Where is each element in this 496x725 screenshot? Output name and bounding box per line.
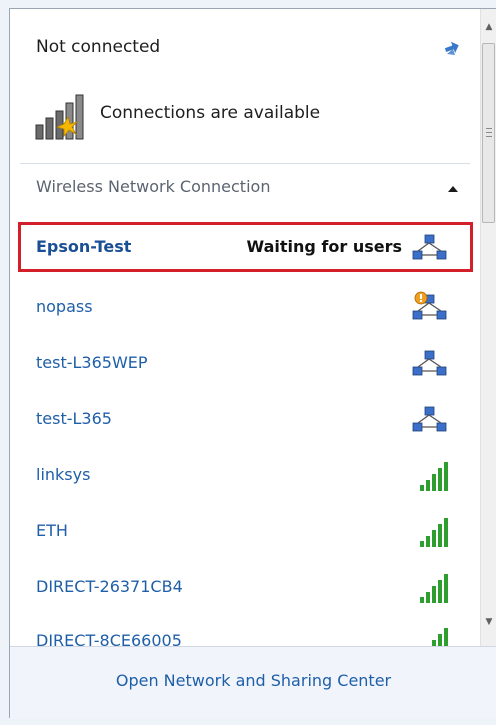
network-item-nopass[interactable]: nopass xyxy=(10,279,480,335)
connection-status: Not connected xyxy=(36,37,161,57)
network-list-area: Not connected Connections are available … xyxy=(10,9,480,646)
network-item-linksys[interactable]: linksys xyxy=(10,447,480,503)
network-name: nopass xyxy=(36,297,93,316)
chevron-up-icon[interactable] xyxy=(446,183,460,195)
network-item-direct-8ce66005[interactable]: DIRECT-8CE66005 xyxy=(10,613,480,646)
network-item-test-l365wep[interactable]: test-L365WEP xyxy=(10,335,480,391)
connections-available-text: Connections are available xyxy=(100,103,321,123)
adhoc-network-icon xyxy=(412,406,447,432)
signal-bars-icon xyxy=(420,462,448,491)
refresh-icon[interactable] xyxy=(441,35,467,59)
network-item-eth[interactable]: ETH xyxy=(10,503,480,559)
scroll-down-arrow-icon[interactable]: ▼ xyxy=(481,614,496,631)
signal-bars-icon xyxy=(432,628,448,646)
network-name: linksys xyxy=(36,465,91,484)
network-status: Waiting for users xyxy=(246,237,403,256)
grip-line xyxy=(486,136,492,137)
flyout-footer: Open Network and Sharing Center xyxy=(10,646,496,719)
vertical-scrollbar[interactable]: ▲ ▼ xyxy=(480,9,496,646)
network-name: test-L365WEP xyxy=(36,353,148,372)
wireless-section-header[interactable]: Wireless Network Connection xyxy=(10,167,480,211)
signal-bars-icon xyxy=(420,574,448,603)
grip-line xyxy=(486,128,492,129)
network-name: DIRECT-8CE66005 xyxy=(36,631,182,646)
grip-line xyxy=(486,132,492,133)
adhoc-network-icon xyxy=(412,350,447,376)
no-connection-signal-icon xyxy=(35,94,84,140)
network-item-test-l365[interactable]: test-L365 xyxy=(10,391,480,447)
network-flyout: Not connected Connections are available … xyxy=(9,8,496,719)
scrollbar-thumb[interactable] xyxy=(482,43,495,223)
network-item-epson-test[interactable]: Epson-Test Waiting for users xyxy=(10,219,480,275)
network-name: Epson-Test xyxy=(36,237,132,256)
network-name: ETH xyxy=(36,521,68,540)
divider xyxy=(20,163,470,164)
signal-bars-icon xyxy=(420,518,448,547)
network-name: test-L365 xyxy=(36,409,112,428)
network-name: DIRECT-26371CB4 xyxy=(36,577,183,596)
scroll-up-arrow-icon[interactable]: ▲ xyxy=(481,19,496,36)
adhoc-network-icon xyxy=(412,234,447,260)
network-item-direct-26371cb4[interactable]: DIRECT-26371CB4 xyxy=(10,559,480,615)
section-title: Wireless Network Connection xyxy=(36,177,271,196)
open-network-sharing-center-link[interactable]: Open Network and Sharing Center xyxy=(10,671,496,690)
adhoc-network-warning-icon xyxy=(412,291,447,320)
